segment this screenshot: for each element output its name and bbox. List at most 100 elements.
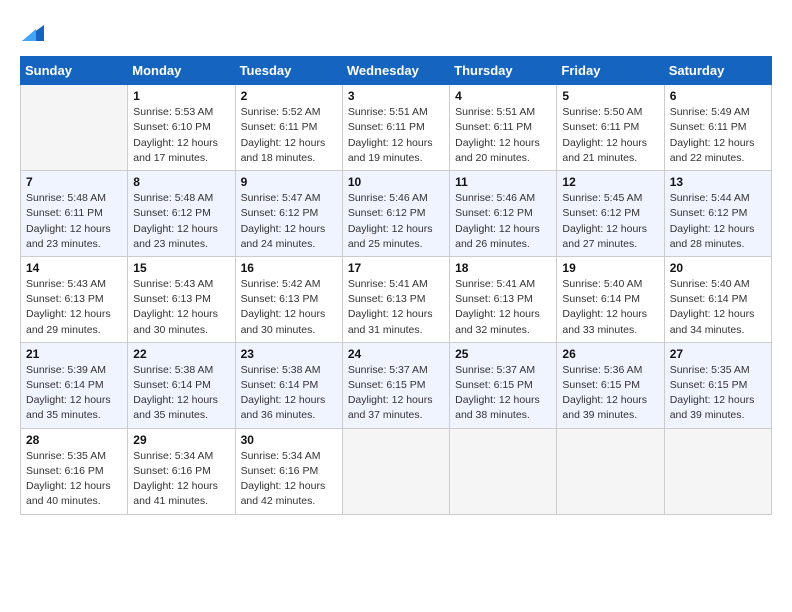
day-info: Sunrise: 5:34 AMSunset: 6:16 PMDaylight:… xyxy=(241,449,337,510)
day-info: Sunrise: 5:40 AMSunset: 6:14 PMDaylight:… xyxy=(562,277,658,338)
calendar-cell: 5 Sunrise: 5:50 AMSunset: 6:11 PMDaylight… xyxy=(557,85,664,171)
day-info: Sunrise: 5:45 AMSunset: 6:12 PMDaylight:… xyxy=(562,191,658,252)
calendar-cell: 29 Sunrise: 5:34 AMSunset: 6:16 PMDayligh… xyxy=(128,428,235,514)
day-number: 25 xyxy=(455,347,551,361)
day-info: Sunrise: 5:43 AMSunset: 6:13 PMDaylight:… xyxy=(133,277,229,338)
day-number: 21 xyxy=(26,347,122,361)
weekday-header: Wednesday xyxy=(342,57,449,85)
day-number: 7 xyxy=(26,175,122,189)
day-number: 27 xyxy=(670,347,766,361)
calendar-cell: 2 Sunrise: 5:52 AMSunset: 6:11 PMDaylight… xyxy=(235,85,342,171)
day-info: Sunrise: 5:42 AMSunset: 6:13 PMDaylight:… xyxy=(241,277,337,338)
calendar-week-row: 28Sunrise: 5:35 AMSunset: 6:16 PMDayligh… xyxy=(21,428,772,514)
day-info: Sunrise: 5:34 AMSunset: 6:16 PMDaylight:… xyxy=(133,449,229,510)
day-number: 3 xyxy=(348,89,444,103)
calendar-cell: 15 Sunrise: 5:43 AMSunset: 6:13 PMDayligh… xyxy=(128,256,235,342)
day-number: 16 xyxy=(241,261,337,275)
weekday-header: Thursday xyxy=(450,57,557,85)
calendar-cell: 26 Sunrise: 5:36 AMSunset: 6:15 PMDayligh… xyxy=(557,342,664,428)
day-info: Sunrise: 5:51 AMSunset: 6:11 PMDaylight:… xyxy=(348,105,444,166)
weekday-header: Sunday xyxy=(21,57,128,85)
calendar-cell: 24 Sunrise: 5:37 AMSunset: 6:15 PMDayligh… xyxy=(342,342,449,428)
day-number: 9 xyxy=(241,175,337,189)
calendar-cell: 27 Sunrise: 5:35 AMSunset: 6:15 PMDayligh… xyxy=(664,342,771,428)
weekday-header: Friday xyxy=(557,57,664,85)
day-info: Sunrise: 5:38 AMSunset: 6:14 PMDaylight:… xyxy=(133,363,229,424)
day-number: 18 xyxy=(455,261,551,275)
calendar-cell xyxy=(342,428,449,514)
calendar-cell: 3 Sunrise: 5:51 AMSunset: 6:11 PMDaylight… xyxy=(342,85,449,171)
calendar-cell: 12Sunrise: 5:45 AMSunset: 6:12 PMDayligh… xyxy=(557,171,664,257)
calendar-cell: 17 Sunrise: 5:41 AMSunset: 6:13 PMDayligh… xyxy=(342,256,449,342)
calendar-cell: 7 Sunrise: 5:48 AMSunset: 6:11 PMDaylight… xyxy=(21,171,128,257)
day-number: 24 xyxy=(348,347,444,361)
day-info: Sunrise: 5:41 AMSunset: 6:13 PMDaylight:… xyxy=(455,277,551,338)
day-number: 20 xyxy=(670,261,766,275)
day-info: Sunrise: 5:53 AMSunset: 6:10 PMDaylight:… xyxy=(133,105,229,166)
day-number: 19 xyxy=(562,261,658,275)
day-info: Sunrise: 5:35 AMSunset: 6:15 PMDaylight:… xyxy=(670,363,766,424)
day-info: Sunrise: 5:50 AMSunset: 6:11 PMDaylight:… xyxy=(562,105,658,166)
calendar-cell: 8Sunrise: 5:48 AMSunset: 6:12 PMDaylight… xyxy=(128,171,235,257)
day-info: Sunrise: 5:49 AMSunset: 6:11 PMDaylight:… xyxy=(670,105,766,166)
calendar-cell: 23 Sunrise: 5:38 AMSunset: 6:14 PMDayligh… xyxy=(235,342,342,428)
day-info: Sunrise: 5:41 AMSunset: 6:13 PMDaylight:… xyxy=(348,277,444,338)
day-info: Sunrise: 5:36 AMSunset: 6:15 PMDaylight:… xyxy=(562,363,658,424)
day-info: Sunrise: 5:52 AMSunset: 6:11 PMDaylight:… xyxy=(241,105,337,166)
weekday-header: Saturday xyxy=(664,57,771,85)
calendar-cell: 20 Sunrise: 5:40 AMSunset: 6:14 PMDayligh… xyxy=(664,256,771,342)
calendar-cell: 30Sunrise: 5:34 AMSunset: 6:16 PMDayligh… xyxy=(235,428,342,514)
day-info: Sunrise: 5:37 AMSunset: 6:15 PMDaylight:… xyxy=(348,363,444,424)
day-info: Sunrise: 5:38 AMSunset: 6:14 PMDaylight:… xyxy=(241,363,337,424)
logo-text xyxy=(20,20,44,44)
day-number: 14 xyxy=(26,261,122,275)
day-number: 4 xyxy=(455,89,551,103)
day-info: Sunrise: 5:46 AMSunset: 6:12 PMDaylight:… xyxy=(348,191,444,252)
day-number: 10 xyxy=(348,175,444,189)
page-header xyxy=(20,20,772,40)
day-number: 11 xyxy=(455,175,551,189)
day-number: 13 xyxy=(670,175,766,189)
calendar-cell: 1 Sunrise: 5:53 AMSunset: 6:10 PMDaylight… xyxy=(128,85,235,171)
day-number: 2 xyxy=(241,89,337,103)
calendar-cell: 13 Sunrise: 5:44 AMSunset: 6:12 PMDayligh… xyxy=(664,171,771,257)
calendar-cell xyxy=(664,428,771,514)
calendar-week-row: 1 Sunrise: 5:53 AMSunset: 6:10 PMDaylight… xyxy=(21,85,772,171)
day-number: 29 xyxy=(133,433,229,447)
calendar-cell: 10 Sunrise: 5:46 AMSunset: 6:12 PMDayligh… xyxy=(342,171,449,257)
logo-icon xyxy=(22,25,44,41)
day-number: 26 xyxy=(562,347,658,361)
calendar-cell xyxy=(450,428,557,514)
day-info: Sunrise: 5:51 AMSunset: 6:11 PMDaylight:… xyxy=(455,105,551,166)
day-info: Sunrise: 5:44 AMSunset: 6:12 PMDaylight:… xyxy=(670,191,766,252)
day-info: Sunrise: 5:43 AMSunset: 6:13 PMDaylight:… xyxy=(26,277,122,338)
day-info: Sunrise: 5:37 AMSunset: 6:15 PMDaylight:… xyxy=(455,363,551,424)
day-info: Sunrise: 5:40 AMSunset: 6:14 PMDaylight:… xyxy=(670,277,766,338)
calendar-cell xyxy=(21,85,128,171)
calendar-cell: 14 Sunrise: 5:43 AMSunset: 6:13 PMDayligh… xyxy=(21,256,128,342)
weekday-header: Monday xyxy=(128,57,235,85)
calendar-cell: 16 Sunrise: 5:42 AMSunset: 6:13 PMDayligh… xyxy=(235,256,342,342)
calendar-cell xyxy=(557,428,664,514)
day-number: 17 xyxy=(348,261,444,275)
calendar-week-row: 7 Sunrise: 5:48 AMSunset: 6:11 PMDaylight… xyxy=(21,171,772,257)
day-info: Sunrise: 5:48 AMSunset: 6:11 PMDaylight:… xyxy=(26,191,122,252)
day-number: 23 xyxy=(241,347,337,361)
day-info: Sunrise: 5:39 AMSunset: 6:14 PMDaylight:… xyxy=(26,363,122,424)
day-number: 1 xyxy=(133,89,229,103)
calendar-cell: 11Sunrise: 5:46 AMSunset: 6:12 PMDayligh… xyxy=(450,171,557,257)
day-number: 15 xyxy=(133,261,229,275)
calendar-table: SundayMondayTuesdayWednesdayThursdayFrid… xyxy=(20,56,772,514)
day-number: 28 xyxy=(26,433,122,447)
calendar-week-row: 14 Sunrise: 5:43 AMSunset: 6:13 PMDayligh… xyxy=(21,256,772,342)
calendar-cell: 22Sunrise: 5:38 AMSunset: 6:14 PMDayligh… xyxy=(128,342,235,428)
day-number: 8 xyxy=(133,175,229,189)
calendar-cell: 6Sunrise: 5:49 AMSunset: 6:11 PMDaylight… xyxy=(664,85,771,171)
calendar-header-row: SundayMondayTuesdayWednesdayThursdayFrid… xyxy=(21,57,772,85)
calendar-week-row: 21 Sunrise: 5:39 AMSunset: 6:14 PMDayligh… xyxy=(21,342,772,428)
calendar-cell: 25 Sunrise: 5:37 AMSunset: 6:15 PMDayligh… xyxy=(450,342,557,428)
day-number: 5 xyxy=(562,89,658,103)
calendar-cell: 19 Sunrise: 5:40 AMSunset: 6:14 PMDayligh… xyxy=(557,256,664,342)
day-info: Sunrise: 5:47 AMSunset: 6:12 PMDaylight:… xyxy=(241,191,337,252)
calendar-cell: 9 Sunrise: 5:47 AMSunset: 6:12 PMDaylight… xyxy=(235,171,342,257)
